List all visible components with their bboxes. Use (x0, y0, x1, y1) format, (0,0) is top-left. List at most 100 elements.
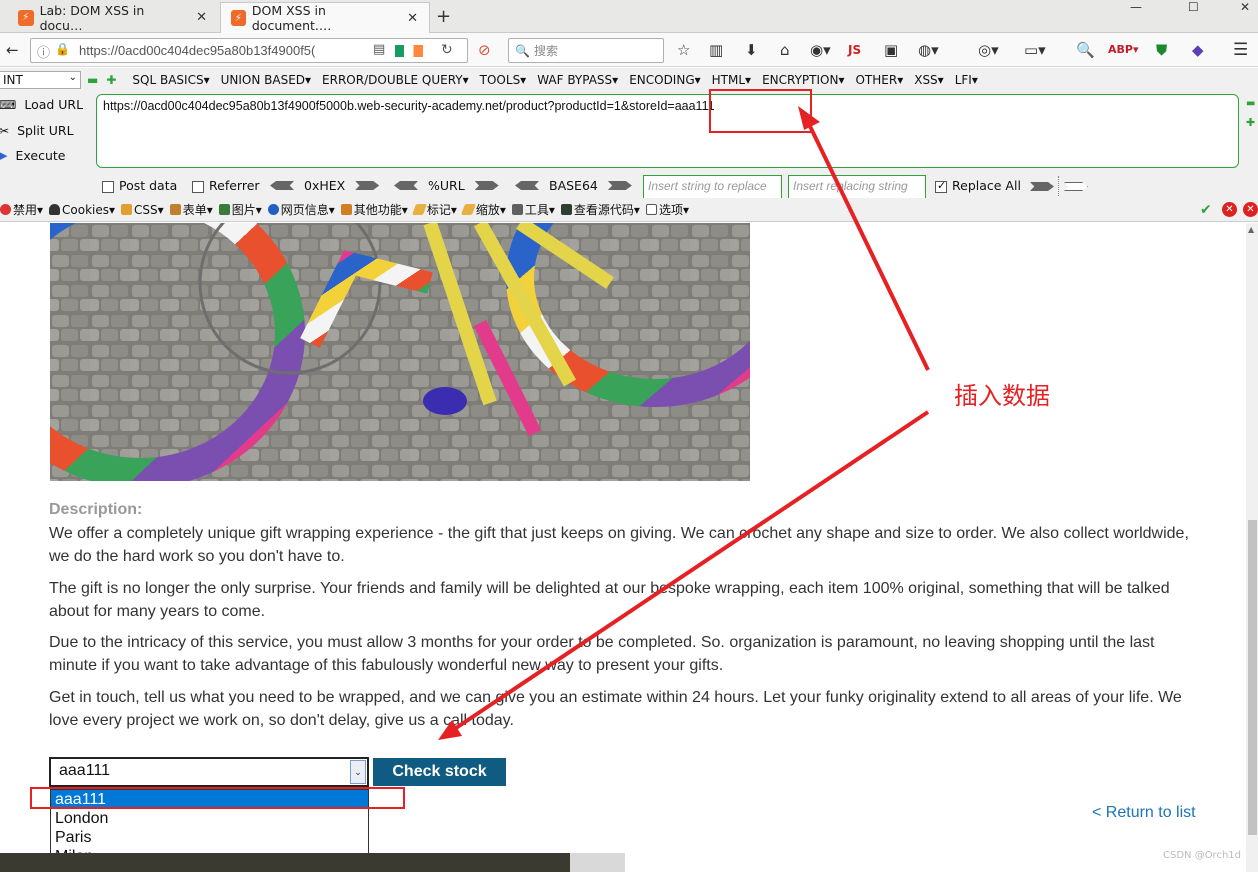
post-data-checkbox[interactable]: Post data (102, 178, 177, 193)
resize-icon[interactable]: ▭▾ (1024, 40, 1046, 60)
replacing-string-input[interactable]: Insert replacing string (788, 175, 926, 199)
wd-cookies[interactable]: Cookies▾ (49, 203, 115, 217)
replace-reverse-icon[interactable] (1064, 182, 1088, 191)
referrer-checkbox[interactable]: Referrer (192, 178, 260, 193)
zoom-icon[interactable]: 🔍 (1076, 40, 1095, 60)
menu-error-query[interactable]: ERROR/DOUBLE QUERY▾ (322, 73, 469, 87)
check-stock-button[interactable]: Check stock (373, 758, 506, 786)
decode-arrow-icon[interactable] (394, 181, 418, 190)
source-icon (560, 204, 572, 215)
store-option[interactable]: London (51, 809, 368, 828)
extension-icon[interactable]: ◆ (1192, 40, 1204, 60)
hackbar-url-textarea[interactable]: https://0acd00c404dec95a80b13f4900f5000b… (96, 94, 1239, 168)
close-window-icon[interactable]: ✕ (1240, 0, 1250, 14)
reload-icon[interactable]: ↻ (441, 42, 453, 58)
scroll-up-icon[interactable]: ▲ (1248, 225, 1254, 234)
js-icon[interactable]: JS (848, 40, 861, 60)
menu-xss[interactable]: XSS▾ (914, 73, 943, 87)
close-icon[interactable]: ✕ (1243, 202, 1258, 217)
decode-arrow-icon[interactable] (270, 181, 294, 190)
menu-encoding[interactable]: ENCODING▾ (629, 73, 700, 87)
menu-waf-bypass[interactable]: WAF BYPASS▾ (537, 73, 618, 87)
reader-icon[interactable]: ▤ (373, 42, 385, 57)
flame-icon: ⚡ (231, 10, 246, 26)
back-icon[interactable]: ← (6, 40, 19, 60)
url-bar[interactable]: ⓘ 🔒 https://0acd00c404dec95a80b13f4900f5… (30, 38, 468, 63)
menu-encryption[interactable]: ENCRYPTION▾ (762, 73, 844, 87)
close-icon[interactable]: ✕ (193, 10, 210, 25)
encode-arrow-icon[interactable] (355, 181, 380, 190)
url-encoder[interactable]: %URL (394, 178, 499, 193)
adblock-icon[interactable]: ABP▾ (1108, 40, 1138, 60)
checkbox[interactable] (102, 180, 114, 193)
decode-arrow-icon[interactable] (515, 181, 539, 190)
search-box[interactable]: 🔍 搜索 (508, 38, 664, 63)
scrollbar-thumb[interactable] (1248, 520, 1257, 835)
hex-encoder[interactable]: 0xHEX (270, 178, 380, 193)
hackbar-type-select[interactable]: INT ⌄ (0, 71, 81, 89)
palette-icon[interactable]: ◍▾ (918, 40, 939, 60)
minimize-icon[interactable]: — (1130, 0, 1142, 14)
store-select[interactable]: aaa111 ⌄ (49, 757, 369, 787)
wd-css[interactable]: CSS▾ (121, 203, 164, 217)
wd-disable[interactable]: 禁用▾ (0, 201, 43, 218)
insert-string-input[interactable]: Insert string to replace (643, 175, 782, 199)
checkbox[interactable] (192, 180, 204, 193)
checkbox[interactable] (935, 179, 947, 193)
split-url-button[interactable]: ✂ Split URL (0, 123, 74, 138)
load-url-button[interactable]: ⌨ Load URL (0, 97, 83, 112)
wd-source[interactable]: 查看源代码▾ (560, 201, 640, 218)
expand-icon[interactable]: ✚ (1246, 116, 1255, 129)
new-tab-button[interactable]: + (436, 6, 451, 27)
wd-outline[interactable]: 标记▾ (411, 201, 457, 218)
base64-encoder[interactable]: BASE64 (515, 178, 632, 193)
wd-info[interactable]: 网页信息▾ (267, 201, 335, 218)
globe-icon[interactable]: ◉▾ (810, 40, 831, 60)
maximize-icon[interactable]: ☐ (1188, 0, 1199, 14)
wd-resize[interactable]: 缩放▾ (460, 201, 506, 218)
wd-options[interactable]: 选项▾ (645, 201, 689, 218)
menu-icon[interactable]: ☰ (1233, 40, 1248, 60)
product-image (50, 223, 750, 481)
menu-sql-basics[interactable]: SQL BASICS▾ (132, 73, 209, 87)
brush-icon (121, 204, 133, 215)
wd-forms[interactable]: 表单▾ (169, 201, 213, 218)
check-icon[interactable]: ✔ (1200, 202, 1212, 218)
shield-icon[interactable]: ⛊ (1156, 40, 1167, 60)
menu-html[interactable]: HTML▾ (712, 73, 751, 87)
description-paragraph: Due to the intricacy of this service, yo… (49, 634, 1155, 674)
replace-all-checkbox[interactable]: Replace All (935, 178, 1021, 193)
execute-button[interactable]: ▶ Execute (0, 148, 65, 163)
encode-arrow-icon[interactable] (474, 181, 499, 190)
home-icon[interactable]: ⌂ (780, 40, 790, 60)
layers-icon[interactable]: ◎▾ (978, 40, 999, 60)
footer-strip (570, 853, 625, 872)
store-option[interactable]: aaa111 (51, 790, 368, 809)
minus-icon[interactable]: ▬ (87, 73, 98, 87)
menu-other[interactable]: OTHER▾ (855, 73, 903, 87)
nav-bar: ← ⓘ 🔒 https://0acd00c404dec95a80b13f4900… (0, 33, 1258, 67)
image-icon[interactable]: ▣ (884, 40, 898, 60)
encode-arrow-icon[interactable] (607, 181, 632, 190)
wd-images[interactable]: 图片▾ (218, 201, 262, 218)
download-icon[interactable]: ⬇ (745, 40, 758, 60)
wd-misc[interactable]: 其他功能▾ (340, 201, 408, 218)
collapse-icon[interactable]: ▬ (1246, 98, 1255, 109)
library-icon[interactable]: ▥ (709, 40, 723, 60)
return-to-list-link[interactable]: < Return to list (1092, 804, 1196, 822)
menu-lfi[interactable]: LFI▾ (955, 73, 978, 87)
replace-arrow-icon[interactable] (1030, 182, 1054, 191)
menu-tools[interactable]: TOOLS▾ (480, 73, 527, 87)
tab-dom-xss[interactable]: ⚡ DOM XSS in document.… ✕ (220, 2, 430, 33)
chevron-down-icon[interactable]: ⌄ (350, 760, 366, 784)
bookmark-star-icon[interactable]: ☆ (677, 40, 690, 60)
menu-union-based[interactable]: UNION BASED▾ (221, 73, 311, 87)
info-icon[interactable]: ⓘ (37, 42, 50, 61)
store-option[interactable]: Paris (51, 828, 368, 847)
addon-icon[interactable]: ⊘ (478, 40, 491, 60)
error-icon[interactable]: ✕ (1222, 202, 1237, 217)
tab-lab[interactable]: ⚡ Lab: DOM XSS in docu… ✕ (8, 2, 218, 33)
plus-icon[interactable]: ✚ (106, 73, 116, 87)
close-icon[interactable]: ✕ (404, 11, 421, 26)
wd-tools[interactable]: 工具▾ (511, 201, 555, 218)
